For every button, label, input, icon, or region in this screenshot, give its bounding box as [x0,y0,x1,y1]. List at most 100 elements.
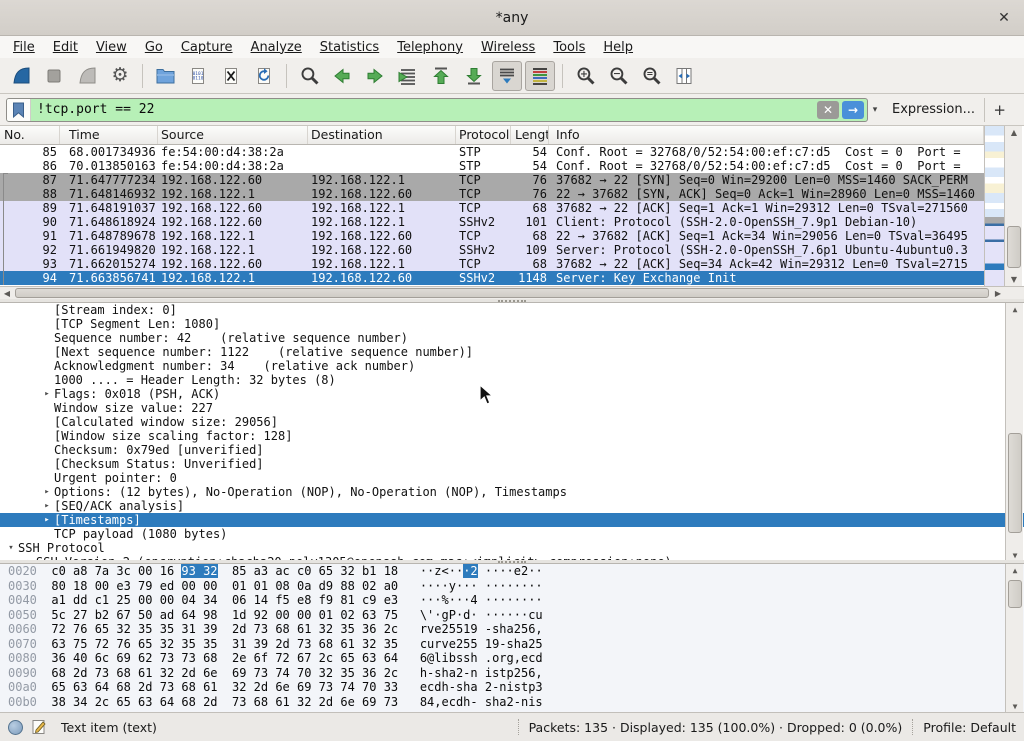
detail-line[interactable]: ▸Flags: 0x018 (PSH, ACK) [0,387,1024,401]
close-window-button[interactable]: ✕ [994,8,1014,28]
detail-line[interactable]: [TCP Segment Len: 1080] [0,317,1024,331]
packet-row[interactable]: 8670.013850163fe:54:00:d4:38:2aSTP54Conf… [0,159,984,173]
hex-row[interactable]: 00a0 65 63 64 68 2d 73 68 61 32 2d 6e 69… [0,680,1024,695]
status-profile[interactable]: Profile: Default [923,720,1016,735]
zoom-out-button[interactable]: − [603,61,633,91]
column-header-no[interactable]: No. [0,126,60,144]
packet-row[interactable]: 9171.648789678192.168.122.1192.168.122.6… [0,229,984,243]
filter-apply-button[interactable]: → [842,101,864,119]
detail-line[interactable]: Acknowledgment number: 34 (relative ack … [0,359,1024,373]
detail-line[interactable]: ▾SSH Protocol [0,541,1024,555]
expander-closed-icon[interactable]: ▸ [40,387,54,401]
detail-line[interactable]: TCP payload (1080 bytes) [0,527,1024,541]
packet-row[interactable]: 8568.001734936fe:54:00:d4:38:2aSTP54Conf… [0,145,984,159]
hex-row[interactable]: 0090 68 2d 73 68 61 32 2d 6e 69 73 74 70… [0,666,1024,681]
scroll-right-arrow[interactable]: ▶ [991,287,1005,299]
add-filter-button[interactable]: + [984,98,1014,122]
packet-list-vertical-scrollbar[interactable]: ▲ ▼ [1004,126,1022,286]
scroll-left-arrow[interactable]: ◀ [0,287,14,299]
filter-clear-button[interactable]: ✕ [817,101,839,119]
bytes-vertical-scrollbar[interactable]: ▲ ▼ [1005,564,1023,712]
display-filter-input[interactable]: !tcp.port == 22 [31,102,817,117]
menu-wireless[interactable]: Wireless [472,38,544,57]
packet-row[interactable]: 8971.648191037192.168.122.60192.168.122.… [0,201,984,215]
detail-line[interactable]: ▸[SEQ/ACK analysis] [0,499,1024,513]
scroll-down-arrow[interactable]: ▼ [1006,700,1024,712]
detail-line[interactable]: ▸[Timestamps] [0,513,1024,527]
find-packet-button[interactable] [294,61,324,91]
stop-capture-button[interactable] [39,61,69,91]
packet-list-horizontal-scrollbar[interactable]: ◀ ▶ [0,286,1005,299]
packet-row[interactable]: 8871.648146932192.168.122.1192.168.122.6… [0,187,984,201]
scroll-up-arrow[interactable]: ▲ [1006,564,1024,577]
hex-row[interactable]: 0030 80 18 00 e3 79 ed 00 00 01 01 08 0a… [0,579,1024,594]
filter-bookmark-button[interactable] [7,99,31,121]
menu-file[interactable]: File [4,38,44,57]
packet-list-header[interactable]: No.TimeSourceDestinationProtocolLengthIn… [0,126,984,145]
detail-line[interactable]: Checksum: 0x79ed [unverified] [0,443,1024,457]
packet-row[interactable]: 8771.647777234192.168.122.60192.168.122.… [0,173,984,187]
detail-line[interactable]: [Stream index: 0] [0,303,1024,317]
menu-capture[interactable]: Capture [172,38,242,57]
scrollbar-thumb[interactable] [1008,433,1022,533]
menu-statistics[interactable]: Statistics [311,38,388,57]
detail-line[interactable]: Window size value: 227 [0,401,1024,415]
display-filter-entry[interactable]: !tcp.port == 22 ✕ → [6,98,868,122]
detail-line[interactable]: [Checksum Status: Unverified] [0,457,1024,471]
filter-history-dropdown[interactable]: ▾ [868,98,882,122]
go-previous-button[interactable] [327,61,357,91]
open-file-button[interactable] [150,61,180,91]
hex-row[interactable]: 0080 36 40 6c 69 62 73 73 68 2e 6f 72 67… [0,651,1024,666]
menu-go[interactable]: Go [136,38,172,57]
column-header-destination[interactable]: Destination [308,126,456,144]
menu-edit[interactable]: Edit [44,38,87,57]
menu-analyze[interactable]: Analyze [242,38,311,57]
go-first-button[interactable] [426,61,456,91]
intelligent-scrollbar-minimap[interactable] [984,126,1004,286]
menu-telephony[interactable]: Telephony [388,38,472,57]
scroll-up-arrow[interactable]: ▲ [1006,303,1024,316]
title-bar[interactable]: *any ✕ [0,0,1024,36]
scroll-down-arrow[interactable]: ▼ [1005,273,1023,286]
reload-file-button[interactable] [249,61,279,91]
go-next-button[interactable] [360,61,390,91]
hex-row[interactable]: 0040 a1 dd c1 25 00 00 04 34 06 14 f5 e8… [0,593,1024,608]
scrollbar-thumb[interactable] [15,288,989,298]
expander-closed-icon[interactable]: ▸ [40,499,54,513]
scroll-up-arrow[interactable]: ▲ [1005,126,1023,139]
detail-line[interactable]: ▸Options: (12 bytes), No-Operation (NOP)… [0,485,1024,499]
hex-row[interactable]: 0070 63 75 72 76 65 32 35 35 31 39 2d 73… [0,637,1024,652]
menu-view[interactable]: View [87,38,136,57]
expander-open-icon[interactable]: ▾ [4,541,18,555]
close-file-button[interactable] [216,61,246,91]
packet-row[interactable]: 9071.648618924192.168.122.60192.168.122.… [0,215,984,229]
start-capture-button[interactable] [6,61,36,91]
hex-row[interactable]: 0050 5c 27 b2 67 50 ad 64 98 1d 92 00 00… [0,608,1024,623]
restart-capture-button[interactable] [72,61,102,91]
zoom-original-button[interactable]: = [636,61,666,91]
scrollbar-thumb[interactable] [1008,580,1022,608]
expander-closed-icon[interactable]: ▸ [40,513,54,527]
menu-help[interactable]: Help [594,38,642,57]
details-vertical-scrollbar[interactable]: ▲ ▼ [1005,303,1023,561]
menu-tools[interactable]: Tools [544,38,594,57]
expert-info-icon[interactable] [8,720,23,735]
hex-row[interactable]: 0060 72 76 65 32 35 35 31 39 2d 73 68 61… [0,622,1024,637]
column-header-info[interactable]: Info [549,126,984,144]
detail-line[interactable]: Sequence number: 42 (relative sequence n… [0,331,1024,345]
detail-line[interactable]: Urgent pointer: 0 [0,471,1024,485]
hex-row[interactable]: 0020 c0 a8 7a 3c 00 16 93 32 85 a3 ac c0… [0,564,1024,579]
go-to-packet-button[interactable] [393,61,423,91]
detail-line[interactable]: 1000 .... = Header Length: 32 bytes (8) [0,373,1024,387]
go-last-button[interactable] [459,61,489,91]
column-header-protocol[interactable]: Protocol [456,126,511,144]
auto-scroll-button[interactable] [492,61,522,91]
colorize-button[interactable] [525,61,555,91]
hex-row[interactable]: 00b0 38 34 2c 65 63 64 68 2d 73 68 61 32… [0,695,1024,710]
column-header-time[interactable]: Time [60,126,158,144]
resize-columns-button[interactable] [669,61,699,91]
capture-options-button[interactable]: ⚙ [105,61,135,91]
detail-line[interactable]: [Window size scaling factor: 128] [0,429,1024,443]
expander-closed-icon[interactable]: ▸ [40,485,54,499]
detail-line[interactable]: [Next sequence number: 1122 (relative se… [0,345,1024,359]
